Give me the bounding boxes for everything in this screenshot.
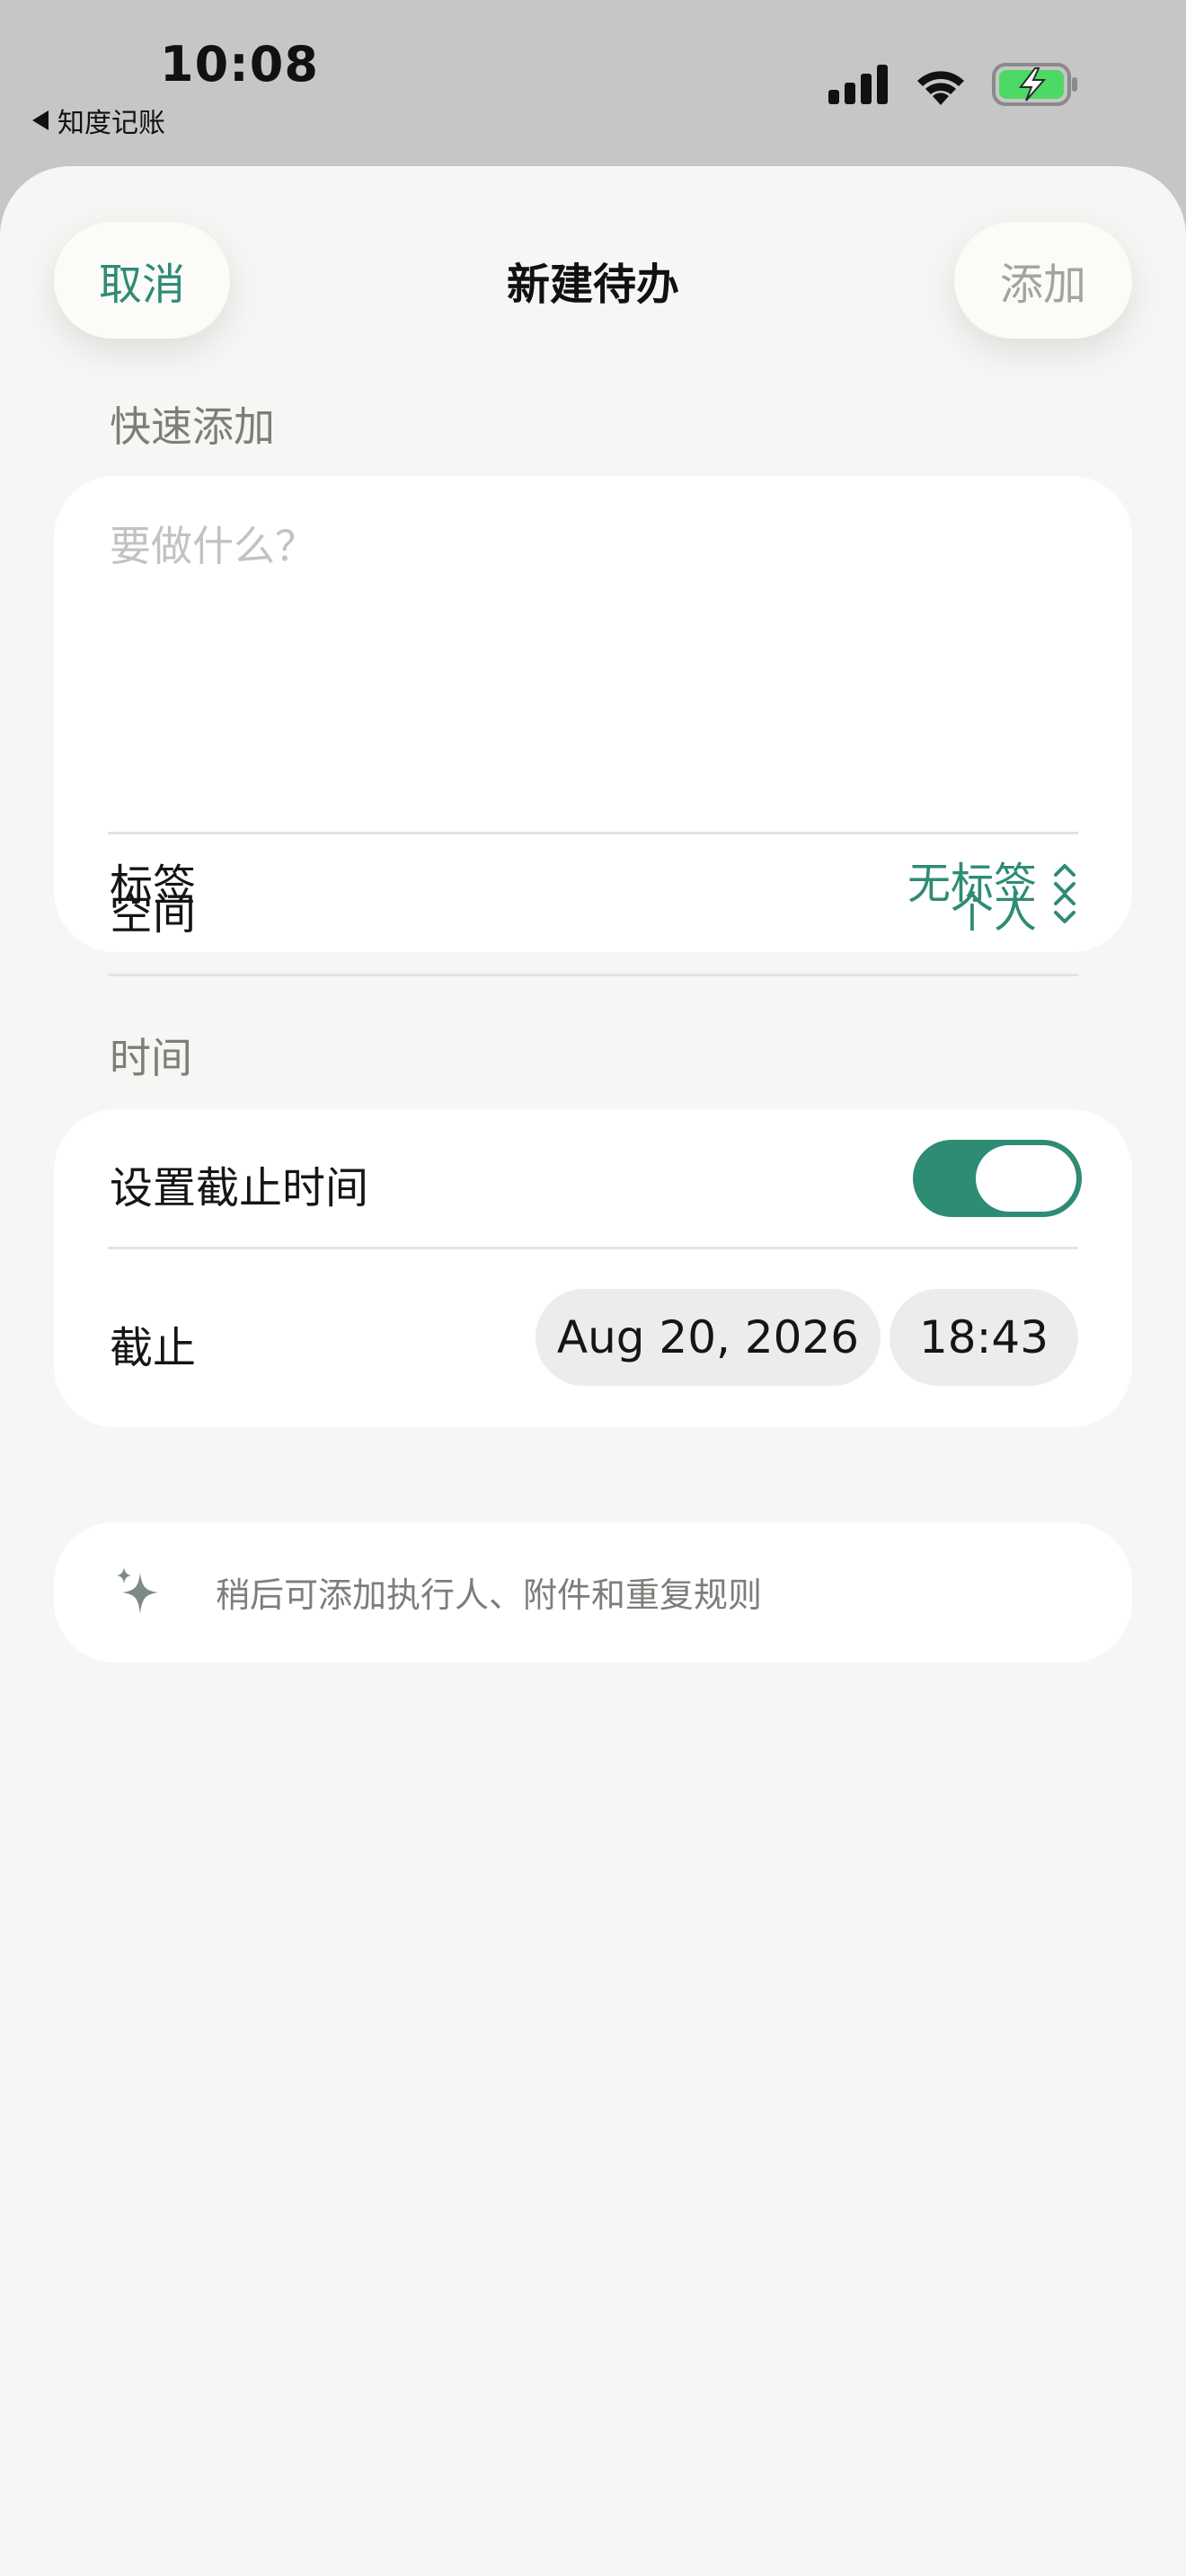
sparkle-icon	[117, 1567, 158, 1614]
todo-title-input[interactable]: 要做什么？	[110, 514, 316, 573]
wifi-icon	[917, 71, 964, 105]
time-section-label: 时间	[110, 1034, 192, 1082]
deadline-toggle[interactable]	[913, 1140, 1082, 1217]
tag-row[interactable]: 标签 无标签	[54, 807, 1132, 952]
chevron-up-down-icon	[1054, 864, 1075, 895]
status-time: 10:08	[160, 36, 319, 93]
hint-text: 稍后可添加执行人、附件和重复规则	[216, 1575, 763, 1615]
hint-banner: 稍后可添加执行人、附件和重复规则	[54, 1522, 1132, 1663]
tag-label: 标签	[110, 860, 197, 911]
back-to-app-button[interactable]: 知度记账	[32, 101, 165, 140]
deadline-date-picker[interactable]: Aug 20, 2026	[535, 1289, 881, 1386]
status-indicators	[828, 63, 1078, 106]
tag-value: 无标签	[907, 859, 1037, 909]
divider	[108, 974, 1078, 976]
toggle-knob	[976, 1145, 1076, 1212]
tag-selector[interactable]: 无标签	[907, 848, 1078, 911]
deadline-toggle-label: 设置截止时间	[110, 1163, 369, 1213]
add-button[interactable]: 添加	[954, 222, 1132, 339]
deadline-label: 截止	[110, 1323, 197, 1373]
deadline-time-picker[interactable]: 18:43	[890, 1289, 1078, 1386]
cellular-signal-icon	[828, 65, 888, 104]
back-triangle-icon	[32, 110, 49, 130]
battery-charging-icon	[992, 63, 1077, 106]
screen: 10:08 知度记账 取消 新建待办 添加 快速添加 要做什么？ 空间 个人 标…	[0, 0, 1186, 2576]
time-card: 设置截止时间 截止 Aug 20, 2026 18:43	[54, 1109, 1132, 1427]
back-app-label: 知度记账	[58, 108, 165, 139]
divider	[108, 1247, 1078, 1249]
quick-add-section-label: 快速添加	[110, 402, 275, 451]
new-todo-sheet: 取消 新建待办 添加 快速添加 要做什么？ 空间 个人 标签 无标签 时间 设置…	[0, 166, 1186, 2576]
